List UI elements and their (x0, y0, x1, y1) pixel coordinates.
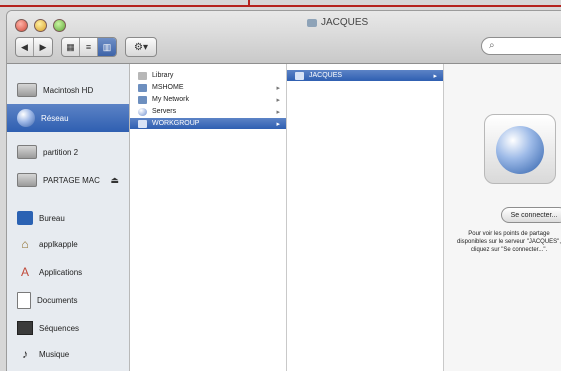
window-title: JACQUES (307, 17, 368, 28)
sidebar-item-label: Réseau (41, 113, 69, 123)
sidebar-item-label: Applications (39, 267, 83, 277)
globe-icon (496, 126, 544, 174)
icon-view-button[interactable]: ▦ (62, 38, 80, 56)
network-icon (17, 109, 35, 127)
list-item-selected[interactable]: WORKGROUP ▸ (130, 118, 286, 129)
finder-content: Macintosh HD Réseau partition 2 PARTAGE … (7, 64, 561, 371)
workgroup-icon (138, 119, 147, 128)
action-menu-button[interactable]: ⚙▾ (125, 37, 157, 57)
list-view-icon: ≡ (85, 42, 92, 52)
list-item-label: Library (152, 72, 174, 79)
gear-icon: ⚙▾ (134, 41, 148, 53)
chevron-right-icon: ▸ (276, 84, 280, 92)
sidebar-item-macintosh-hd[interactable]: Macintosh HD (7, 76, 129, 104)
forward-icon: ▶ (39, 41, 47, 52)
chevron-right-icon: ▸ (276, 120, 280, 128)
column-2: JACQUES ▸ (287, 64, 444, 371)
top-border-line (0, 5, 561, 7)
window-title-text: JACQUES (321, 17, 369, 28)
preview-pane: Se connecter... Pour voir les points de … (444, 64, 561, 371)
list-item[interactable]: My Network ▸ (130, 94, 286, 105)
chevron-right-icon: ▸ (276, 108, 280, 116)
search-icon: ⌕ (489, 40, 495, 51)
sidebar-item-label: Documents (37, 295, 78, 305)
window-controls (15, 19, 66, 32)
back-icon: ◀ (21, 41, 28, 52)
close-window-button[interactable] (15, 19, 28, 32)
titlebar: JACQUES ◀ ▶ ▦ ≡ ▥ ⚙▾ ⌕ (7, 11, 561, 64)
column-1: Library MSHOME ▸ My Network ▸ Servers ▸ (130, 64, 287, 371)
list-item[interactable]: MSHOME ▸ (130, 82, 286, 93)
sidebar-item-home[interactable]: ⌂ applkapple (7, 230, 129, 258)
workgroup-icon (138, 83, 147, 92)
minimize-window-button[interactable] (34, 19, 47, 32)
home-icon: ⌂ (21, 237, 29, 251)
view-mode-buttons: ▦ ≡ ▥ (61, 37, 117, 57)
toolbar: ◀ ▶ ▦ ≡ ▥ ⚙▾ (15, 37, 157, 57)
workgroup-icon (138, 95, 147, 104)
finder-screenshot: JACQUES ◀ ▶ ▦ ≡ ▥ ⚙▾ ⌕ Macintosh HD Rése… (0, 0, 561, 371)
music-icon: ♪ (22, 347, 28, 361)
sidebar: Macintosh HD Réseau partition 2 PARTAGE … (7, 64, 130, 371)
list-item-label: WORKGROUP (152, 120, 200, 127)
sidebar-item-label: Musique (39, 349, 70, 359)
documents-icon (17, 291, 31, 309)
list-item[interactable]: Library (130, 70, 286, 81)
folder-icon (138, 71, 147, 80)
search-field[interactable]: ⌕ (481, 37, 561, 55)
navigation-buttons: ◀ ▶ (15, 37, 53, 57)
list-item-selected[interactable]: JACQUES ▸ (287, 70, 443, 81)
server-icon (307, 18, 317, 27)
sidebar-item-label: partition 2 (43, 147, 79, 157)
sidebar-item-label: Séquences (39, 323, 80, 333)
sidebar-item-partage-mac[interactable]: PARTAGE MAC ⏏ (7, 166, 129, 194)
list-item-label: MSHOME (152, 84, 184, 91)
apps-icon: A (20, 265, 29, 279)
forward-button[interactable]: ▶ (34, 38, 52, 56)
column-view-button[interactable]: ▥ (98, 38, 116, 56)
movies-icon (17, 321, 33, 335)
chevron-right-icon: ▸ (433, 72, 437, 80)
connect-button[interactable]: Se connecter... (501, 207, 561, 223)
drive-icon (17, 83, 37, 97)
sidebar-item-musique[interactable]: ♪ Musique (7, 340, 129, 368)
finder-window: JACQUES ◀ ▶ ▦ ≡ ▥ ⚙▾ ⌕ Macintosh HD Rése… (6, 10, 561, 371)
chevron-right-icon: ▸ (276, 96, 280, 104)
column-view-icon: ▥ (102, 41, 112, 52)
sidebar-item-label: Macintosh HD (43, 85, 94, 95)
list-item-label: My Network (152, 96, 189, 103)
sidebar-item-documents[interactable]: Documents (7, 286, 129, 314)
connect-hint: Pour voir les points de partage disponib… (457, 231, 561, 253)
sidebar-item-applications[interactable]: A Applications (7, 258, 129, 286)
network-preview-icon (484, 114, 556, 184)
drive-icon (17, 145, 37, 159)
sidebar-item-label: applkapple (39, 239, 78, 249)
list-view-button[interactable]: ≡ (80, 38, 98, 56)
sidebar-item-label: Bureau (39, 213, 65, 223)
drive-icon (17, 173, 37, 187)
back-button[interactable]: ◀ (16, 38, 34, 56)
computer-icon (295, 71, 304, 80)
eject-icon[interactable]: ⏏ (110, 175, 119, 186)
sidebar-item-sequences[interactable]: Séquences (7, 314, 129, 342)
sidebar-item-network[interactable]: Réseau (7, 104, 129, 132)
desktop-icon (17, 211, 33, 225)
sidebar-item-label: PARTAGE MAC (43, 175, 100, 185)
list-item-label: Servers (152, 108, 177, 115)
sidebar-item-partition-2[interactable]: partition 2 (7, 138, 129, 166)
icon-view-icon: ▦ (66, 41, 75, 52)
server-icon (138, 107, 147, 116)
list-item-label: JACQUES (309, 72, 343, 79)
list-item[interactable]: Servers ▸ (130, 106, 286, 117)
connect-button-label: Se connecter... (510, 211, 558, 219)
sidebar-item-bureau[interactable]: Bureau (7, 204, 129, 232)
zoom-window-button[interactable] (53, 19, 66, 32)
